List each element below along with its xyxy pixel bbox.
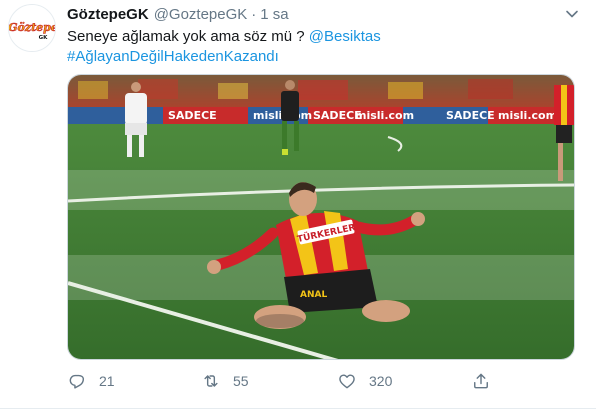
hashtag-link[interactable]: #AğlayanDeğilHakedenKazandı <box>67 48 279 65</box>
ad-board-text: misli.com <box>355 109 414 122</box>
ad-board-text: SADECE <box>446 109 495 122</box>
mention-link[interactable]: @Besiktas <box>309 28 381 45</box>
reply-icon <box>69 374 85 389</box>
caret-down-icon[interactable] <box>561 3 583 25</box>
tweet[interactable]: Göztepe GK GöztepeGK @GoztepeGK · 1 sa S… <box>0 0 596 409</box>
tweet-actions: 21 55 320 <box>67 366 517 396</box>
avatar[interactable]: Göztepe GK <box>8 4 56 52</box>
retweet-button[interactable]: 55 <box>201 366 249 396</box>
tweet-text-line-2: #AğlayanDeğilHakedenKazandı <box>67 47 577 67</box>
ad-board-text: misli.com <box>498 109 557 122</box>
like-count: 320 <box>369 373 393 389</box>
logo-sub: GK <box>39 35 49 41</box>
reply-count: 21 <box>99 373 115 389</box>
logo-wordmark: Göztepe <box>9 21 56 34</box>
separator-dot: · <box>251 5 257 23</box>
share-icon <box>474 373 488 389</box>
shorts-text: ANAL <box>300 290 327 300</box>
tweet-text-line-1: Seneye ağlamak yok ama söz mü ? @Besikta… <box>67 27 577 47</box>
retweet-count: 55 <box>233 373 249 389</box>
tweet-text: Seneye ağlamak yok ama söz mü ? @Besikta… <box>67 27 577 67</box>
tweet-photo[interactable]: SADECE misli.com SADECE misli.com SADECE… <box>67 74 575 360</box>
goztepe-logo: Göztepe GK <box>9 5 56 51</box>
like-icon <box>339 374 355 389</box>
ad-board-text: SADECE <box>168 109 217 122</box>
timestamp[interactable]: 1 sa <box>260 6 288 23</box>
retweet-icon <box>204 375 218 387</box>
like-button[interactable]: 320 <box>337 366 392 396</box>
tweet-header: GöztepeGK @GoztepeGK · 1 sa <box>67 4 289 24</box>
photo-scene: SADECE misli.com SADECE misli.com SADECE… <box>68 75 574 359</box>
reply-button[interactable]: 21 <box>67 366 115 396</box>
display-name[interactable]: GöztepeGK <box>67 6 149 23</box>
tweet-text-body: Seneye ağlamak yok ama söz mü ? <box>67 28 309 45</box>
share-button[interactable] <box>471 366 491 396</box>
user-handle[interactable]: @GoztepeGK <box>154 6 248 23</box>
